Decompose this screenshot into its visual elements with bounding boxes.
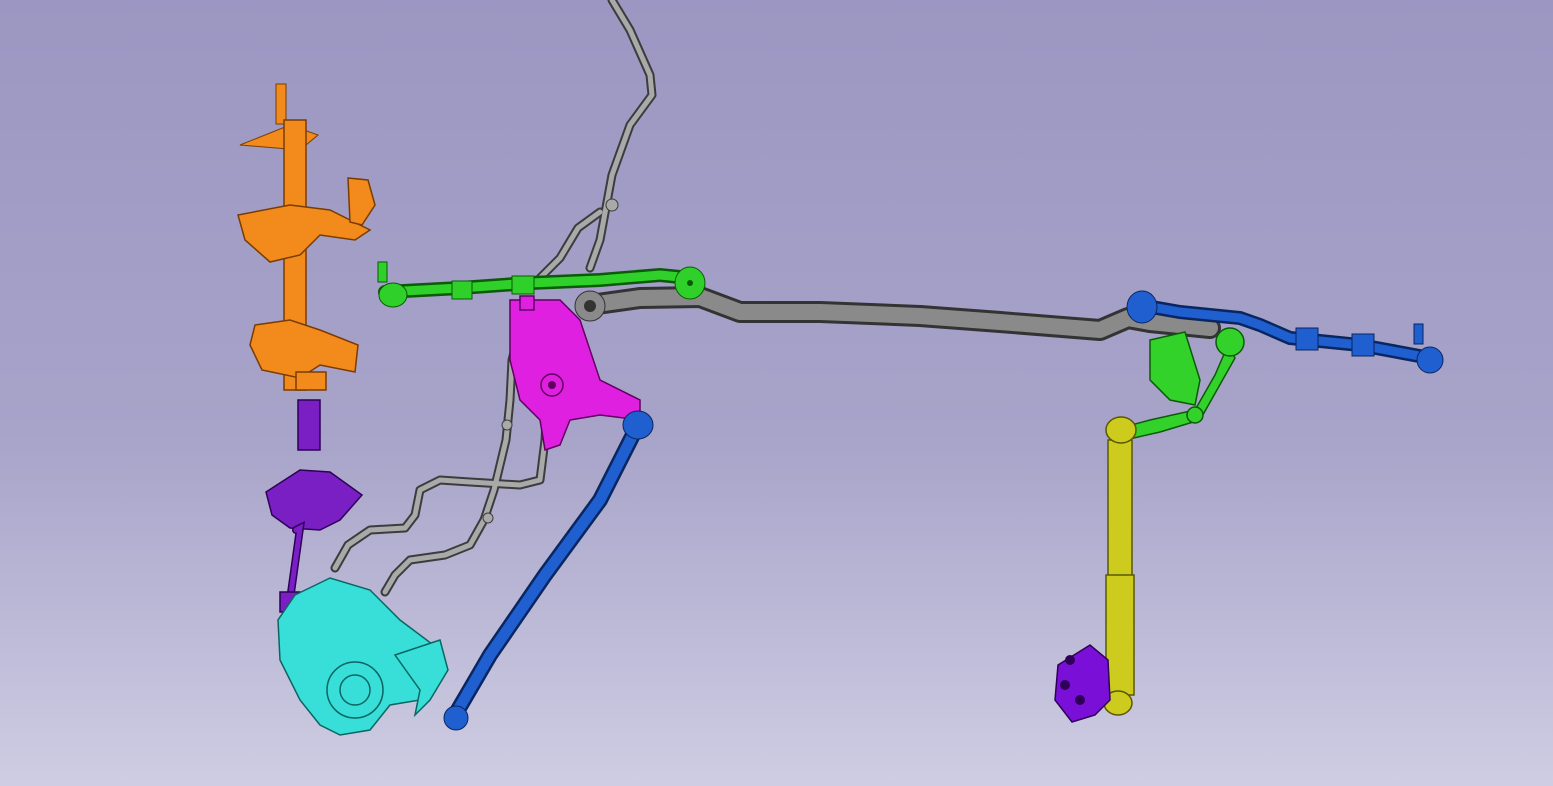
damper-mount-bracket[interactable] — [1054, 644, 1111, 723]
idler-arm[interactable] — [1118, 327, 1245, 441]
intermediate-shaft[interactable] — [265, 399, 364, 613]
center-link[interactable] — [574, 286, 1221, 341]
pitman-bracket[interactable] — [509, 295, 641, 451]
steering-gear[interactable] — [277, 577, 449, 736]
cad-viewport[interactable] — [0, 0, 1553, 786]
drag-link[interactable] — [443, 410, 654, 731]
steering-column[interactable] — [237, 83, 376, 391]
steering-assembly-model[interactable] — [0, 0, 1553, 786]
